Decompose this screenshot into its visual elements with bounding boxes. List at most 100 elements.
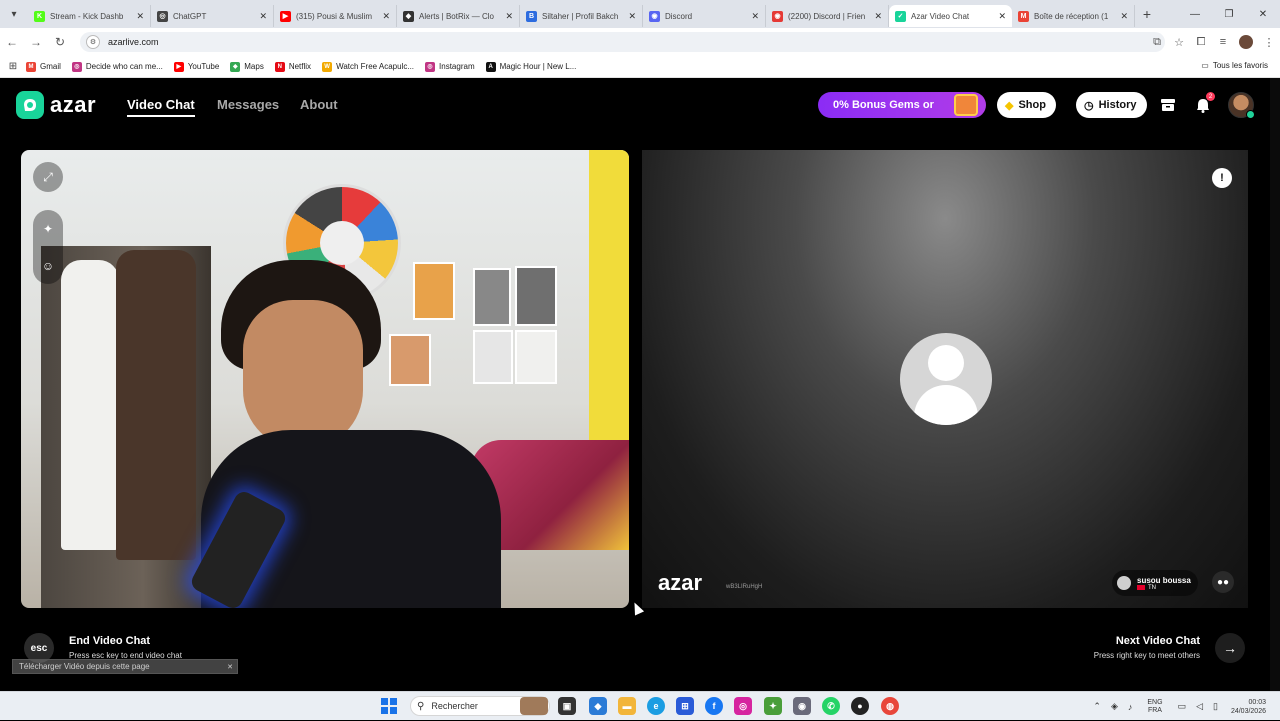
close-tab-icon[interactable]: ✕ xyxy=(136,11,144,22)
task-view-icon[interactable]: ▣ xyxy=(558,697,576,715)
tab-favicon-icon: ◆ xyxy=(403,10,414,22)
close-tab-icon[interactable]: ✕ xyxy=(751,11,759,22)
tab-title: Discord xyxy=(665,11,693,21)
bookmark-item[interactable]: N Netflix xyxy=(274,61,311,72)
browser-tab[interactable]: M Boîte de réception (1 ✕ xyxy=(1012,5,1135,27)
nav-messages[interactable]: Messages xyxy=(217,97,279,112)
bookmarks-bar: ⊞ M Gmail ◎ Decide who can me... ▶ YouTube ◆ Ma… xyxy=(0,56,1280,78)
volume-icon[interactable]: ◁ xyxy=(1196,701,1203,712)
avatar-head xyxy=(928,345,964,381)
microphone-icon[interactable]: ♪ xyxy=(1128,702,1133,712)
forward-icon[interactable]: → xyxy=(24,35,48,49)
instagram-icon[interactable]: ◎ xyxy=(734,697,752,715)
avatar-body xyxy=(914,385,978,425)
nav-about[interactable]: About xyxy=(300,97,338,112)
close-tab-icon[interactable]: ✕ xyxy=(998,11,1006,22)
taskbar-app-icon[interactable]: ● xyxy=(851,697,869,715)
minimize-icon[interactable]: — xyxy=(1178,0,1212,28)
chat-bubble-icon[interactable]: ●● xyxy=(1212,571,1234,593)
store-icon[interactable]: ⊞ xyxy=(676,697,694,715)
new-tab-button[interactable]: + xyxy=(1135,6,1159,22)
close-download-bar-icon[interactable]: ✕ xyxy=(227,663,233,671)
bookmark-item[interactable]: ◎ Instagram xyxy=(425,61,475,72)
bookmark-item[interactable]: ◎ Decide who can me... xyxy=(71,61,163,72)
peer-country-code: TN xyxy=(1148,584,1156,591)
bookmark-item[interactable]: A Magic Hour | New L... xyxy=(485,61,576,72)
browser-tab[interactable]: ◆ Alerts | BotRix — Clo ✕ xyxy=(397,5,520,27)
close-tab-icon[interactable]: ✕ xyxy=(874,11,882,22)
chrome-icon[interactable]: ◍ xyxy=(881,697,899,715)
edge-icon[interactable]: e xyxy=(647,697,665,715)
azar-logo[interactable]: azar xyxy=(16,91,96,119)
close-tab-icon[interactable]: ✕ xyxy=(505,11,513,22)
bookmark-item[interactable]: ▶ YouTube xyxy=(173,61,219,72)
peer-country: TN xyxy=(1137,585,1191,591)
page-scrollbar[interactable] xyxy=(1270,78,1280,691)
inbox-icon[interactable] xyxy=(1157,94,1179,116)
azar-logo-text: azar xyxy=(50,92,97,117)
download-video-bar[interactable]: Télécharger Vidéo depuis cette page ✕ xyxy=(12,659,238,674)
expand-icon[interactable]: ⤢ xyxy=(33,162,63,192)
history-button[interactable]: ◷ History xyxy=(1076,92,1147,118)
file-explorer-icon[interactable]: ▬ xyxy=(618,697,636,715)
bookmark-star-icon[interactable]: ☆ xyxy=(1168,36,1190,49)
browser-tab[interactable]: ◉ Discord ✕ xyxy=(643,5,766,27)
magic-wand-icon[interactable]: ✦ xyxy=(43,222,53,236)
tray-chevron-icon[interactable]: ⌃ xyxy=(1093,701,1101,712)
browser-menu-icon[interactable]: ⋮ xyxy=(1258,36,1280,49)
install-app-icon[interactable]: ⧉ xyxy=(1146,36,1168,49)
bookmark-item[interactable]: W Watch Free Acapulc... xyxy=(322,61,414,72)
tab-favicon-icon: B xyxy=(526,10,537,22)
language-indicator[interactable]: ENG FRA xyxy=(1147,699,1162,715)
user-avatar[interactable] xyxy=(1228,92,1255,119)
browser-tab[interactable]: ✓ Azar Video Chat ✕ xyxy=(889,5,1012,27)
browser-tab[interactable]: ◉ (2200) Discord | Frien ✕ xyxy=(766,5,889,27)
taskbar-app-icon[interactable]: ◆ xyxy=(589,697,607,715)
close-tab-icon[interactable]: ✕ xyxy=(628,11,636,22)
bookmark-favicon-icon: M xyxy=(26,61,36,72)
media-icon[interactable]: ≡ xyxy=(1212,36,1234,48)
taskbar-widget-icon[interactable] xyxy=(520,697,548,715)
extensions-icon[interactable]: ⧠ xyxy=(1190,36,1212,49)
peer-info-chip[interactable]: susou boussa TN xyxy=(1112,570,1198,596)
tunisia-flag-icon xyxy=(1137,585,1145,590)
browser-tab[interactable]: B Siltaher | Profil Bakch ✕ xyxy=(520,5,643,27)
shop-button[interactable]: ◆ Shop xyxy=(997,92,1056,118)
browser-tab[interactable]: K Stream - Kick Dashb ✕ xyxy=(28,5,151,27)
report-icon[interactable]: ! xyxy=(1212,168,1232,188)
tab-title: ChatGPT xyxy=(173,11,207,21)
restore-icon[interactable]: ❐ xyxy=(1212,0,1246,28)
apps-grid-icon[interactable]: ⊞ xyxy=(0,61,26,72)
url-bar[interactable]: ⚙ azarlive.com xyxy=(80,32,1165,52)
windows-start-icon[interactable] xyxy=(381,698,397,714)
taskbar-clock[interactable]: 00:03 24/03/2026 xyxy=(1231,698,1266,716)
bookmark-item[interactable]: M Gmail xyxy=(26,61,61,72)
sticker-icon[interactable]: ☺ xyxy=(42,259,54,273)
bookmark-item[interactable]: ◆ Maps xyxy=(230,61,264,72)
reload-icon[interactable]: ↻ xyxy=(48,35,72,49)
bell-icon[interactable]: 2 xyxy=(1192,92,1215,116)
profile-avatar[interactable] xyxy=(1239,35,1253,49)
all-bookmarks[interactable]: ▭ Tous les favoris xyxy=(1201,61,1268,70)
close-tab-icon[interactable]: ✕ xyxy=(382,11,390,22)
battery-icon[interactable]: ▯ xyxy=(1213,701,1218,712)
next-chat-arrow-icon[interactable]: → xyxy=(1215,633,1245,663)
network-icon[interactable]: ▭ xyxy=(1178,701,1187,712)
browser-tab[interactable]: ▶ (315) Pousi & Muslim ✕ xyxy=(274,5,397,27)
close-tab-icon[interactable]: ✕ xyxy=(1120,11,1128,22)
camera-app-icon[interactable]: ◉ xyxy=(793,697,811,715)
back-icon[interactable]: ← xyxy=(0,35,24,49)
tray-app-icon[interactable]: ◈ xyxy=(1111,701,1118,712)
bonus-gems-promo[interactable]: 0% Bonus Gems or xyxy=(818,92,986,118)
close-window-icon[interactable]: ✕ xyxy=(1246,0,1280,28)
browser-tab[interactable]: ◎ ChatGPT ✕ xyxy=(151,5,274,27)
whatsapp-icon[interactable]: ✆ xyxy=(822,697,840,715)
tab-favicon-icon: M xyxy=(1018,10,1029,22)
site-info-icon[interactable]: ⚙ xyxy=(86,35,100,49)
close-tab-icon[interactable]: ✕ xyxy=(259,11,267,22)
facebook-icon[interactable]: f xyxy=(705,697,723,715)
nav-video-chat[interactable]: Video Chat xyxy=(127,97,195,117)
taskbar-app-icon[interactable]: ✦ xyxy=(764,697,782,715)
tab-search-icon[interactable]: ▾ xyxy=(0,0,28,28)
background-poster xyxy=(515,330,557,384)
